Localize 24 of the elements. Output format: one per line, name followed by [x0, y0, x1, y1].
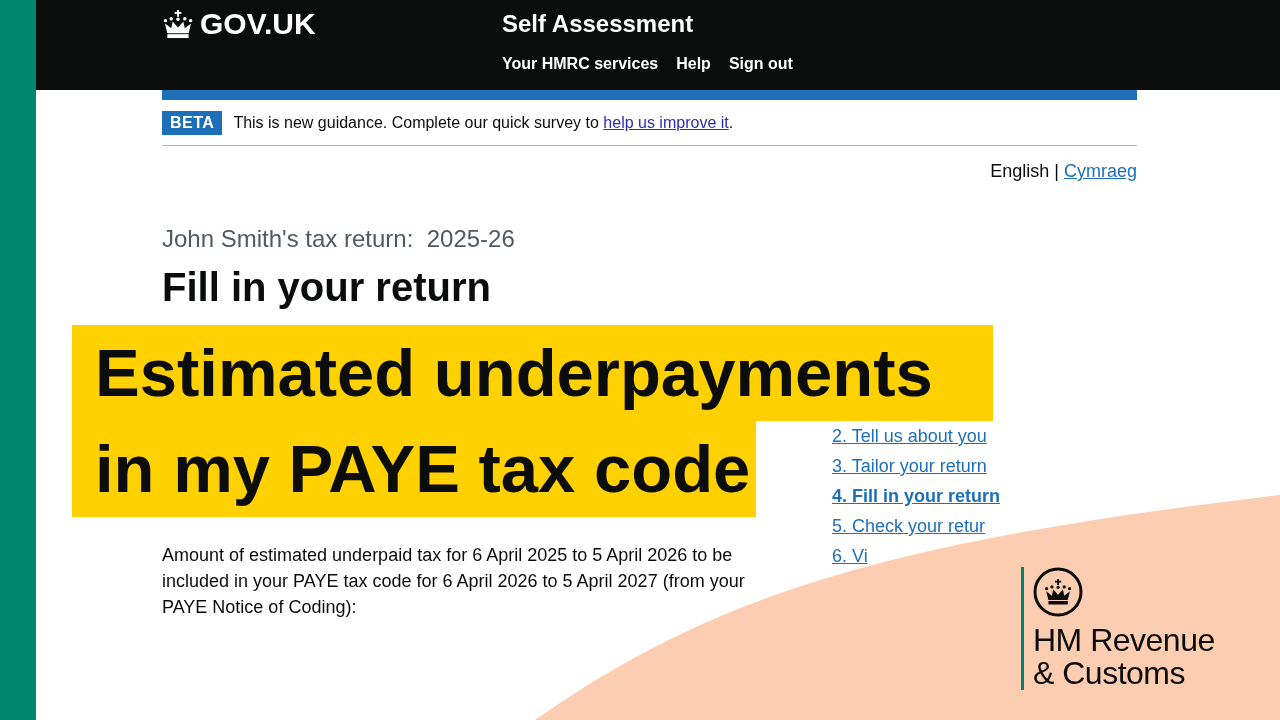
page-caption: John Smith's tax return: 2025-26	[162, 224, 515, 254]
service-name[interactable]: Self Assessment	[502, 9, 694, 39]
phase-banner-text: This is new guidance. Complete our quick survey to help us improve it.	[233, 113, 734, 133]
video-title-banner: Estimated underpayments	[72, 325, 993, 421]
crown-icon	[162, 10, 194, 39]
govuk-logo[interactable]: GOV.UK	[162, 9, 316, 39]
hmrc-logo-text: HM Revenue & Customs	[1033, 624, 1215, 690]
header-nav-link[interactable]: Sign out	[728, 54, 793, 74]
header-nav-link[interactable]: Help	[676, 54, 711, 74]
question-text: Amount of estimated underpaid tax for 6 April 2025 to 5 April 2026 to be included in your PAYE tax code for 6 April 2026 to 5 April 2027 (from your PAYE Notice of Coding):	[162, 544, 746, 619]
current-language: English	[990, 160, 1050, 182]
task-nav-link[interactable]: 5. Check your retur	[832, 516, 986, 536]
header-nav-link[interactable]: Your HMRC services	[502, 54, 659, 74]
language-separator: |	[1054, 160, 1059, 182]
survey-link[interactable]: help us improve it	[603, 114, 729, 131]
phase-tag: BETA	[162, 111, 223, 135]
task-nav-link[interactable]: 4. Fill in your return	[832, 486, 1001, 506]
task-nav-link[interactable]: 2. Tell us about you	[832, 426, 987, 446]
language-link[interactable]: Cymraeg	[1063, 160, 1137, 182]
crown-circle-icon	[1033, 567, 1083, 617]
task-nav-link[interactable]: 6. Vi	[832, 546, 868, 566]
video-title-banner: in my PAYE tax code	[72, 421, 757, 517]
task-nav-link[interactable]: 3. Tailor your return	[832, 456, 987, 476]
page-heading: Fill in your return	[162, 265, 491, 309]
